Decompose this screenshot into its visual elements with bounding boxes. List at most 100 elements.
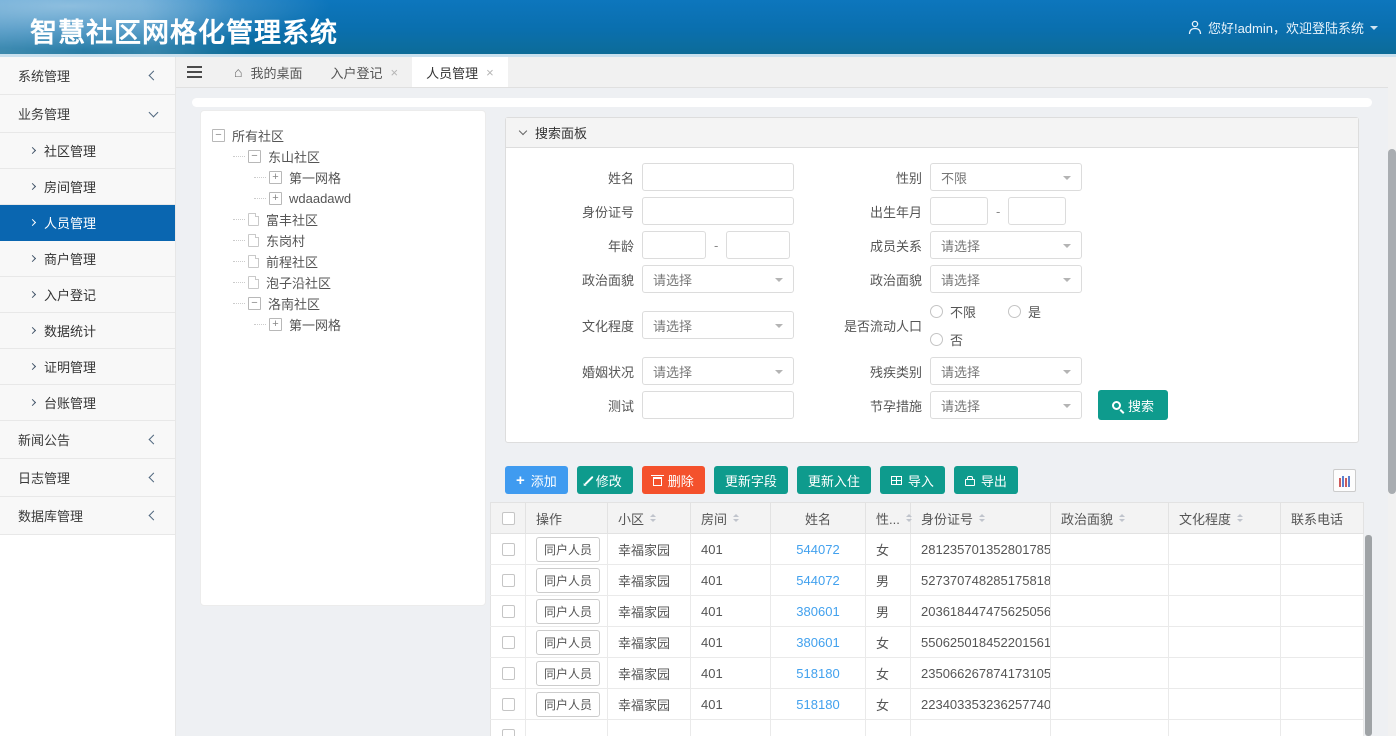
sort-icon[interactable] xyxy=(1237,511,1243,525)
tree-node[interactable]: +第一网格 xyxy=(201,167,485,188)
select-input[interactable]: 请选择 xyxy=(930,357,1082,385)
sidebar-item-人员管理[interactable]: 人员管理 xyxy=(0,205,175,241)
radio-option-否[interactable]: 否 xyxy=(930,330,963,349)
expand-node-icon[interactable]: + xyxy=(269,171,282,184)
household-members-button[interactable]: 同户人员 xyxy=(536,599,600,624)
select-input[interactable]: 不限 xyxy=(930,163,1082,191)
update-occupancy-button[interactable]: 更新入住 xyxy=(797,466,871,494)
select-input[interactable]: 请选择 xyxy=(642,311,794,339)
tree-node[interactable]: −所有社区 xyxy=(201,125,485,146)
radio-option-是[interactable]: 是 xyxy=(1008,302,1068,321)
select-input[interactable]: 请选择 xyxy=(642,265,794,293)
sidebar-group-news[interactable]: 新闻公告 xyxy=(0,421,175,459)
sort-icon[interactable] xyxy=(979,511,985,525)
range-start-input[interactable] xyxy=(930,197,988,225)
column-header-id[interactable]: 身份证号 xyxy=(911,503,1051,533)
search-button[interactable]: 搜索 xyxy=(1098,390,1168,420)
checkbox-icon[interactable] xyxy=(502,512,515,525)
radio-option-不限[interactable]: 不限 xyxy=(930,302,1008,321)
text-input[interactable] xyxy=(642,163,794,191)
column-header-gender[interactable]: 性... xyxy=(866,503,911,533)
tree-node[interactable]: 前程社区 xyxy=(201,251,485,272)
sidebar-item-台账管理[interactable]: 台账管理 xyxy=(0,385,175,421)
tab-入户登记[interactable]: 入户登记× xyxy=(316,57,412,87)
sidebar-group-system[interactable]: 系统管理 xyxy=(0,57,175,95)
person-name-link[interactable]: 380601 xyxy=(796,635,839,650)
column-header-politics[interactable]: 政治面貌 xyxy=(1051,503,1169,533)
sidebar-item-房间管理[interactable]: 房间管理 xyxy=(0,169,175,205)
person-name-link[interactable]: 380601 xyxy=(796,604,839,619)
sidebar-item-数据统计[interactable]: 数据统计 xyxy=(0,313,175,349)
select-input[interactable]: 请选择 xyxy=(930,265,1082,293)
column-header-room[interactable]: 房间 xyxy=(691,503,771,533)
text-input[interactable] xyxy=(642,197,794,225)
person-name-link[interactable]: 544072 xyxy=(796,573,839,588)
delete-button[interactable]: 删除 xyxy=(642,466,705,494)
checkbox-icon[interactable] xyxy=(502,574,515,587)
household-members-button[interactable]: 同户人员 xyxy=(536,692,600,717)
household-members-button[interactable]: 同户人员 xyxy=(536,568,600,593)
sort-icon[interactable] xyxy=(650,511,656,525)
checkbox-icon[interactable] xyxy=(502,543,515,556)
column-header-community[interactable]: 小区 xyxy=(608,503,691,533)
range-end-input[interactable] xyxy=(726,231,790,259)
select-input[interactable]: 请选择 xyxy=(642,357,794,385)
checkbox-icon[interactable] xyxy=(502,636,515,649)
household-members-button[interactable]: 同户人员 xyxy=(536,661,600,686)
column-label: 姓名 xyxy=(805,509,831,528)
range-end-input[interactable] xyxy=(1008,197,1066,225)
tree-node[interactable]: +wdaadawd xyxy=(201,188,485,209)
edit-button[interactable]: 修改 xyxy=(577,466,633,494)
select-input[interactable]: 请选择 xyxy=(930,391,1082,419)
page-scrollbar-thumb[interactable] xyxy=(1388,149,1396,494)
close-icon[interactable]: × xyxy=(486,66,494,79)
sort-icon[interactable] xyxy=(1119,511,1125,525)
import-button[interactable]: 导入 xyxy=(880,466,945,494)
range-start-input[interactable] xyxy=(642,231,706,259)
checkbox-icon[interactable] xyxy=(502,698,515,711)
household-members-button[interactable]: 同户人员 xyxy=(536,630,600,655)
select-input[interactable]: 请选择 xyxy=(930,231,1082,259)
household-members-button[interactable]: 同户人员 xyxy=(536,537,600,562)
close-icon[interactable]: × xyxy=(391,66,399,79)
user-menu[interactable]: 您好!admin，欢迎登陆系统 xyxy=(1188,18,1378,37)
table-scrollbar[interactable] xyxy=(1365,535,1372,736)
tree-node[interactable]: +第一网格 xyxy=(201,314,485,335)
collapse-node-icon[interactable]: − xyxy=(212,129,225,142)
person-name-link[interactable]: 544072 xyxy=(796,542,839,557)
sidebar-item-入户登记[interactable]: 入户登记 xyxy=(0,277,175,313)
update-fields-button[interactable]: 更新字段 xyxy=(714,466,788,494)
sort-icon[interactable] xyxy=(733,511,739,525)
sidebar-group-database[interactable]: 数据库管理 xyxy=(0,497,175,535)
tree-node[interactable]: 东岗村 xyxy=(201,230,485,251)
tab-我的桌面[interactable]: ⌂我的桌面 xyxy=(220,57,316,87)
tree-node[interactable]: −洛南社区 xyxy=(201,293,485,314)
checkbox-icon[interactable] xyxy=(502,605,515,618)
tree-node[interactable]: −东山社区 xyxy=(201,146,485,167)
expand-node-icon[interactable]: + xyxy=(269,318,282,331)
collapse-node-icon[interactable]: − xyxy=(248,150,261,163)
search-panel-header[interactable]: 搜索面板 xyxy=(506,118,1358,148)
page-scrollbar[interactable] xyxy=(1388,57,1396,736)
sidebar-toggle-button[interactable] xyxy=(176,57,212,87)
tree-node[interactable]: 富丰社区 xyxy=(201,209,485,230)
sidebar-item-商户管理[interactable]: 商户管理 xyxy=(0,241,175,277)
checkbox-icon[interactable] xyxy=(502,667,515,680)
column-picker-button[interactable] xyxy=(1333,469,1356,492)
column-header-education[interactable]: 文化程度 xyxy=(1169,503,1281,533)
sidebar-item-证明管理[interactable]: 证明管理 xyxy=(0,349,175,385)
sidebar-group-business[interactable]: 业务管理 xyxy=(0,95,175,133)
sidebar-group-logs[interactable]: 日志管理 xyxy=(0,459,175,497)
checkbox-icon[interactable] xyxy=(502,729,515,736)
person-name-link[interactable]: 518180 xyxy=(796,697,839,712)
tab-人员管理[interactable]: 人员管理× xyxy=(412,57,508,87)
sidebar-item-社区管理[interactable]: 社区管理 xyxy=(0,133,175,169)
collapse-node-icon[interactable]: − xyxy=(248,297,261,310)
select-all-header[interactable] xyxy=(490,503,526,533)
person-name-link[interactable]: 518180 xyxy=(796,666,839,681)
text-input[interactable] xyxy=(642,391,794,419)
tree-node[interactable]: 泡子沿社区 xyxy=(201,272,485,293)
add-button[interactable]: +添加 xyxy=(505,466,568,494)
expand-node-icon[interactable]: + xyxy=(269,192,282,205)
export-button[interactable]: 导出 xyxy=(954,466,1018,494)
